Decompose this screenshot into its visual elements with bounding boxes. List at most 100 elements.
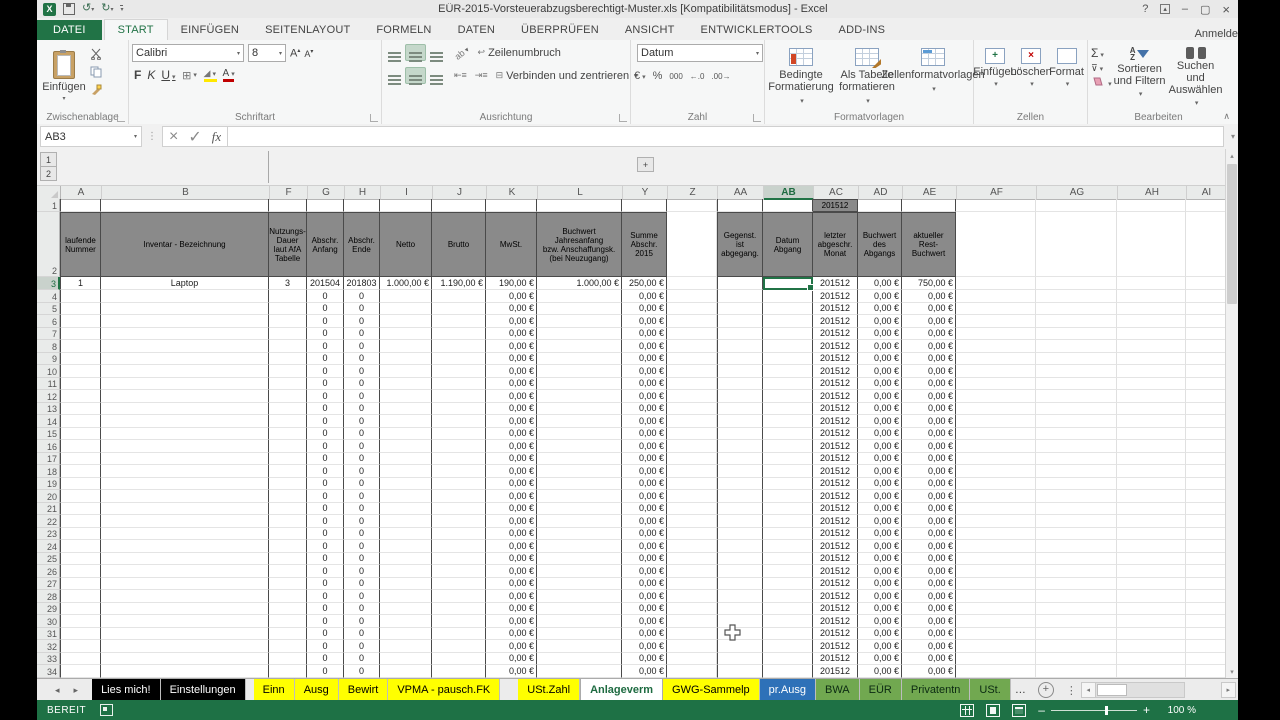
cell-AF14[interactable] — [956, 415, 1036, 428]
cell-B4[interactable] — [101, 290, 269, 303]
cell-F27[interactable] — [269, 578, 307, 591]
cell-Z7[interactable] — [667, 328, 717, 341]
cell-AH19[interactable] — [1117, 478, 1186, 491]
cell-Y24[interactable]: 0,00 € — [622, 540, 667, 553]
zoom-in-icon[interactable]: + — [1143, 705, 1150, 715]
cell-K9[interactable]: 0,00 € — [486, 353, 537, 366]
cell-B33[interactable] — [101, 653, 269, 666]
cell-H23[interactable]: 0 — [344, 528, 380, 541]
cell-J10[interactable] — [432, 365, 486, 378]
cell-Z23[interactable] — [667, 528, 717, 541]
cell-H4[interactable]: 0 — [344, 290, 380, 303]
cell-AB26[interactable] — [763, 565, 813, 578]
cell-AB8[interactable] — [763, 340, 813, 353]
hscroll-right-icon[interactable]: ▸ — [1221, 682, 1236, 698]
cell-AH22[interactable] — [1117, 515, 1186, 528]
cell-G26[interactable]: 0 — [307, 565, 344, 578]
cell-F22[interactable] — [269, 515, 307, 528]
cell-G14[interactable]: 0 — [307, 415, 344, 428]
cell-AG27[interactable] — [1036, 578, 1117, 591]
cell-Y27[interactable]: 0,00 € — [622, 578, 667, 591]
cell-K2[interactable]: MwSt. — [486, 212, 537, 277]
cell-AI9[interactable] — [1186, 353, 1226, 366]
cell-Z10[interactable] — [667, 365, 717, 378]
cell-AH13[interactable] — [1117, 403, 1186, 416]
cell-AF3[interactable] — [956, 277, 1036, 290]
cell-AD4[interactable]: 0,00 € — [858, 290, 902, 303]
cell-F12[interactable] — [269, 390, 307, 403]
cell-Z6[interactable] — [667, 315, 717, 328]
cell-AD30[interactable]: 0,00 € — [858, 615, 902, 628]
column-header-AB[interactable]: AB — [764, 186, 814, 200]
cell-B28[interactable] — [101, 590, 269, 603]
cell-AB10[interactable] — [763, 365, 813, 378]
cell-K11[interactable]: 0,00 € — [486, 378, 537, 391]
cell-K18[interactable]: 0,00 € — [486, 465, 537, 478]
cell-F20[interactable] — [269, 490, 307, 503]
cell-AE20[interactable]: 0,00 € — [902, 490, 956, 503]
name-box[interactable]: AB3▾ — [40, 126, 142, 147]
column-header-AC[interactable]: AC — [814, 186, 859, 200]
cell-L7[interactable] — [537, 328, 622, 341]
align-right-icon[interactable] — [427, 68, 446, 83]
row-header-11[interactable]: 11 — [37, 378, 60, 391]
cell-Z9[interactable] — [667, 353, 717, 366]
cell-B3[interactable]: Laptop — [101, 277, 269, 290]
cell-AC25[interactable]: 201512 — [813, 553, 858, 566]
cell-G25[interactable]: 0 — [307, 553, 344, 566]
cell-I30[interactable] — [380, 615, 432, 628]
cell-AI29[interactable] — [1186, 603, 1226, 616]
cell-AE8[interactable]: 0,00 € — [902, 340, 956, 353]
cell-AG4[interactable] — [1036, 290, 1117, 303]
cell-AH15[interactable] — [1117, 428, 1186, 441]
cell-F8[interactable] — [269, 340, 307, 353]
ribbon-tab-ansicht[interactable]: ANSICHT — [612, 20, 688, 40]
cell-AE28[interactable]: 0,00 € — [902, 590, 956, 603]
cell-J28[interactable] — [432, 590, 486, 603]
cell-B21[interactable] — [101, 503, 269, 516]
cell-AH20[interactable] — [1117, 490, 1186, 503]
cell-H12[interactable]: 0 — [344, 390, 380, 403]
column-header-Z[interactable]: Z — [668, 186, 718, 200]
cell-AB6[interactable] — [763, 315, 813, 328]
cell-AB9[interactable] — [763, 353, 813, 366]
cell-AA15[interactable] — [717, 428, 763, 441]
normal-view-icon[interactable] — [960, 704, 974, 717]
decrease-decimal-icon[interactable]: .00→ — [711, 72, 730, 81]
cell-AF9[interactable] — [956, 353, 1036, 366]
clipboard-dialog-launcher[interactable] — [117, 114, 125, 122]
cell-AI6[interactable] — [1186, 315, 1226, 328]
cell-L20[interactable] — [537, 490, 622, 503]
cell-AH4[interactable] — [1117, 290, 1186, 303]
cell-AB19[interactable] — [763, 478, 813, 491]
cell-AD3[interactable]: 0,00 € — [858, 277, 902, 290]
cell-AB23[interactable] — [763, 528, 813, 541]
cell-AE27[interactable]: 0,00 € — [902, 578, 956, 591]
column-header-Y[interactable]: Y — [623, 186, 668, 200]
cell-AF6[interactable] — [956, 315, 1036, 328]
cell-AG28[interactable] — [1036, 590, 1117, 603]
cell-AG23[interactable] — [1036, 528, 1117, 541]
cell-L9[interactable] — [537, 353, 622, 366]
zoom-level[interactable]: 100 % — [1162, 705, 1196, 716]
cell-I31[interactable] — [380, 628, 432, 641]
cell-AD15[interactable]: 0,00 € — [858, 428, 902, 441]
cell-AH26[interactable] — [1117, 565, 1186, 578]
cell-Y6[interactable]: 0,00 € — [622, 315, 667, 328]
cell-K32[interactable]: 0,00 € — [486, 640, 537, 653]
cell-AG21[interactable] — [1036, 503, 1117, 516]
cell-AF19[interactable] — [956, 478, 1036, 491]
cell-G24[interactable]: 0 — [307, 540, 344, 553]
cell-AB14[interactable] — [763, 415, 813, 428]
cell-L10[interactable] — [537, 365, 622, 378]
column-header-F[interactable]: F — [270, 186, 308, 200]
cell-AH8[interactable] — [1117, 340, 1186, 353]
cell-AE24[interactable]: 0,00 € — [902, 540, 956, 553]
cell-F31[interactable] — [269, 628, 307, 641]
cell-J9[interactable] — [432, 353, 486, 366]
redo-button[interactable]: ↻▾ — [101, 3, 113, 15]
cell-AG29[interactable] — [1036, 603, 1117, 616]
cell-I28[interactable] — [380, 590, 432, 603]
conditional-formatting-button[interactable]: Bedingte Formatierung — [768, 44, 834, 110]
number-dialog-launcher[interactable] — [753, 114, 761, 122]
